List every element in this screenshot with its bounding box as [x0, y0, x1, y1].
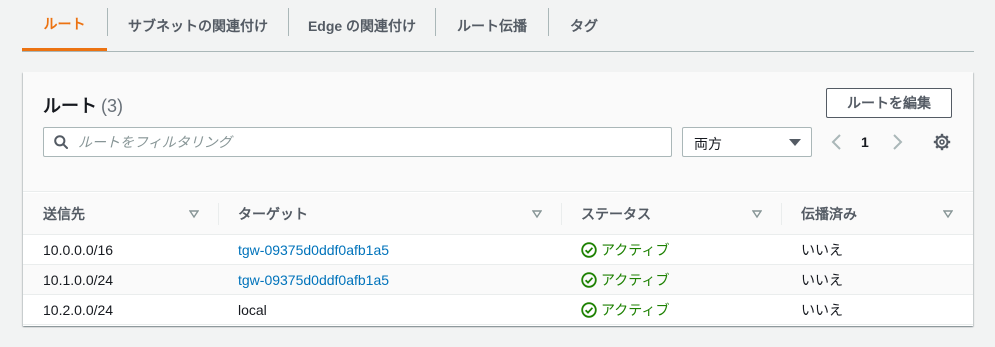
page-number[interactable]: 1 — [861, 134, 869, 150]
edit-routes-button[interactable]: ルートを編集 — [826, 88, 952, 118]
chevron-left-icon[interactable] — [829, 132, 845, 152]
destination-cell: 10.0.0.0/16 — [43, 242, 114, 258]
target-link[interactable]: tgw-09375d0ddf0afb1a5 — [238, 265, 389, 295]
sort-icon[interactable] — [189, 209, 199, 219]
propagated-cell: いいえ — [801, 302, 843, 318]
tab-tags[interactable]: タグ — [549, 0, 619, 52]
table-row[interactable]: 10.1.0.0/24 tgw-09375d0ddf0afb1a5 アクティブ … — [23, 265, 973, 295]
filter-select[interactable]: 両方 — [682, 127, 812, 157]
route-count: (3) — [101, 96, 123, 116]
column-divider — [781, 203, 782, 225]
destination-cell: 10.2.0.0/24 — [43, 302, 114, 318]
target-cell: local — [238, 302, 267, 318]
search-field[interactable] — [43, 127, 672, 157]
column-header-destination[interactable]: 送信先 — [43, 193, 85, 235]
column-header-status[interactable]: ステータス — [581, 193, 651, 235]
caret-down-icon — [789, 139, 801, 146]
column-divider — [218, 203, 219, 225]
chevron-right-icon[interactable] — [889, 132, 905, 152]
column-header-propagated[interactable]: 伝播済み — [801, 193, 857, 235]
destination-cell: 10.1.0.0/24 — [43, 272, 114, 288]
tab-route-propagation[interactable]: ルート伝播 — [436, 0, 548, 52]
table-header: 送信先 ターゲット ステータス 伝播済み — [23, 193, 973, 235]
tab-bar: ルート サブネットの関連付け Edge の関連付け ルート伝播 タグ — [22, 0, 974, 52]
propagated-cell: いいえ — [801, 242, 843, 258]
status-cell: アクティブ — [581, 235, 669, 265]
filter-select-value: 両方 — [694, 136, 722, 152]
panel-title: ルート (3) — [43, 92, 123, 118]
column-label: ステータス — [581, 206, 651, 222]
column-label: 送信先 — [43, 206, 85, 222]
sort-icon[interactable] — [532, 209, 542, 219]
search-icon — [54, 135, 68, 149]
propagated-cell: いいえ — [801, 272, 843, 288]
column-header-target[interactable]: ターゲット — [238, 193, 308, 235]
tab-routes[interactable]: ルート — [22, 0, 107, 51]
check-circle-icon — [581, 272, 597, 288]
table-row[interactable]: 10.0.0.0/16 tgw-09375d0ddf0afb1a5 アクティブ … — [23, 235, 973, 265]
tab-subnet-associations[interactable]: サブネットの関連付け — [108, 0, 288, 52]
panel-header: ルート(3) ルートを編集 両方 1 — [23, 72, 973, 192]
check-circle-icon — [581, 302, 597, 318]
sort-icon[interactable] — [943, 209, 953, 219]
status-cell: アクティブ — [581, 295, 669, 325]
status-text: アクティブ — [601, 272, 670, 288]
gear-icon[interactable] — [933, 133, 951, 151]
panel-title-text: ルート — [43, 96, 97, 116]
column-label: ターゲット — [238, 206, 308, 222]
target-link[interactable]: tgw-09375d0ddf0afb1a5 — [238, 235, 389, 265]
routes-panel: ルート(3) ルートを編集 両方 1 — [23, 72, 973, 326]
status-text: アクティブ — [601, 242, 670, 258]
column-label: 伝播済み — [801, 206, 857, 222]
column-divider — [561, 203, 562, 225]
tab-edge-associations[interactable]: Edge の関連付け — [289, 0, 435, 52]
sort-icon[interactable] — [752, 209, 762, 219]
status-text: アクティブ — [601, 302, 670, 318]
status-cell: アクティブ — [581, 265, 669, 295]
check-circle-icon — [581, 242, 597, 258]
search-input[interactable] — [78, 132, 658, 152]
table-row[interactable]: 10.2.0.0/24 local アクティブ いいえ — [23, 295, 973, 325]
